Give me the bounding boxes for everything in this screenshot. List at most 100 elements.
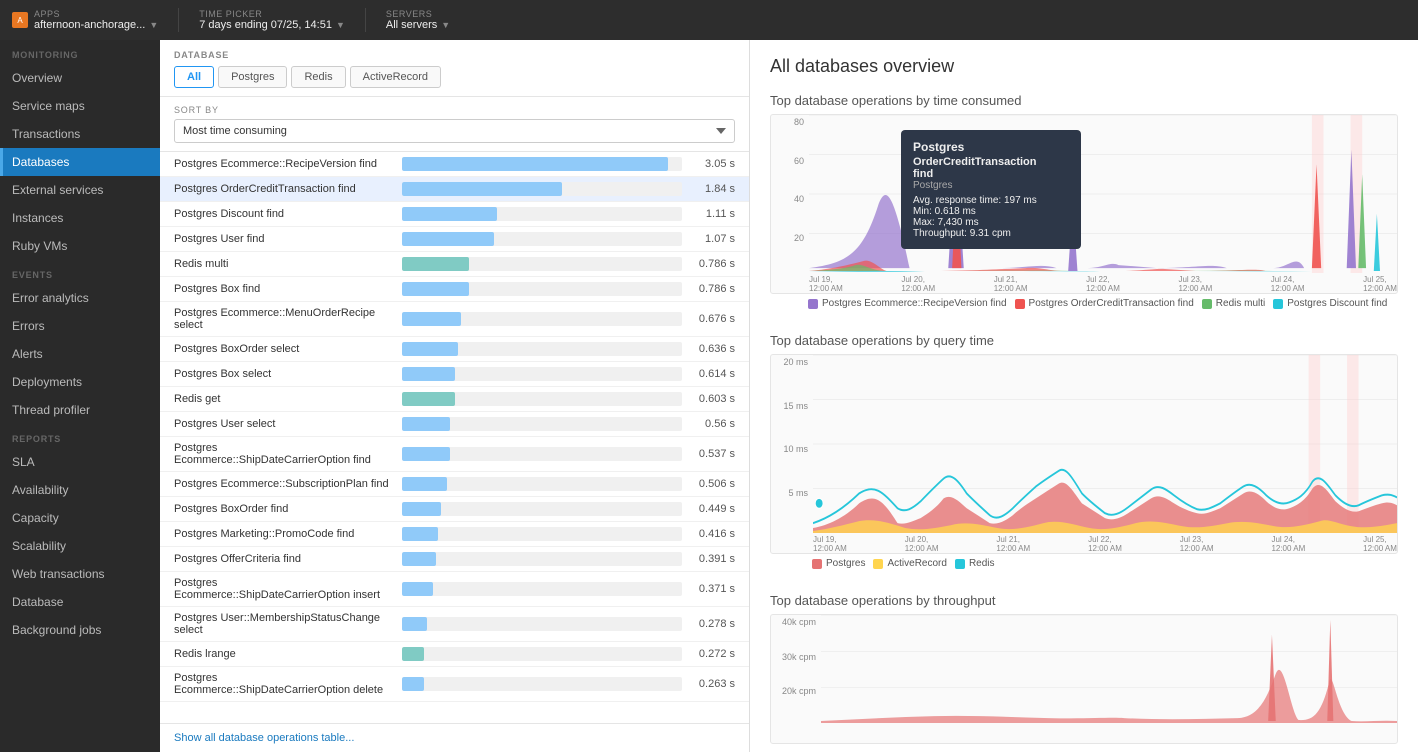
sidebar-item-error-analytics[interactable]: Error analytics — [0, 284, 160, 312]
sidebar-item-availability[interactable]: Availability — [0, 476, 160, 504]
sidebar-item-overview[interactable]: Overview — [0, 64, 160, 92]
sidebar-item-alerts[interactable]: Alerts — [0, 340, 160, 368]
db-item-bar-container — [402, 342, 682, 356]
monitoring-section-label: MONITORING — [0, 40, 160, 64]
chart2-x-jul22: Jul 22,12:00 AM — [1088, 535, 1122, 553]
sort-select[interactable]: Most time consuming Slowest mean respons… — [174, 119, 735, 143]
db-list-item[interactable]: Postgres Ecommerce::MenuOrderRecipe sele… — [160, 302, 749, 337]
chart3-y-40k: 40k cpm — [771, 617, 819, 627]
db-item-label: Postgres Ecommerce::RecipeVersion find — [174, 158, 394, 170]
db-list-item[interactable]: Postgres Ecommerce::RecipeVersion find 3.… — [160, 152, 749, 177]
chart-throughput: Top database operations by throughput — [770, 593, 1398, 744]
legend-item-activerecord: ActiveRecord — [873, 558, 946, 569]
legend-label-redis-multi: Redis multi — [1216, 298, 1265, 309]
chart2-y-20ms: 20 ms — [771, 357, 811, 367]
reports-section-label: REPORTS — [0, 424, 160, 448]
sidebar-item-ruby-vms[interactable]: Ruby VMs — [0, 232, 160, 260]
db-item-label: Postgres Ecommerce::ShipDateCarrierOptio… — [174, 577, 394, 601]
db-item-bar-container — [402, 392, 682, 406]
db-list-item[interactable]: Postgres Box find0.786 s — [160, 277, 749, 302]
events-section-label: EVENTS — [0, 260, 160, 284]
chart1-x-jul22: Jul 22,12:00 AM — [1086, 275, 1120, 293]
db-item-bar-container — [402, 367, 682, 381]
legend-color-activerecord — [873, 559, 883, 569]
legend-item-discount: Postgres Discount find — [1273, 298, 1387, 309]
db-tab-redis[interactable]: Redis — [291, 66, 345, 88]
servers-value: All servers ▼ — [386, 19, 450, 31]
right-panel-inner: All databases overview Top database oper… — [750, 40, 1418, 752]
chart2-y-labels: 20 ms 15 ms 10 ms 5 ms — [771, 355, 811, 533]
sidebar-item-scalability[interactable]: Scalability — [0, 532, 160, 560]
chart2-legend: Postgres ActiveRecord Redis — [770, 554, 1398, 569]
app-section[interactable]: A APPS afternoon-anchorage... ▼ — [12, 9, 158, 31]
db-list-item[interactable]: Postgres OrderCreditTransaction find1.84… — [160, 177, 749, 202]
sidebar-item-thread-profiler[interactable]: Thread profiler — [0, 396, 160, 424]
sidebar-item-transactions[interactable]: Transactions — [0, 120, 160, 148]
db-list-item[interactable]: Postgres User::MembershipStatusChange se… — [160, 607, 749, 642]
db-item-value: 0.416 s — [690, 528, 735, 540]
servers-section[interactable]: SERVERS All servers ▼ — [386, 9, 450, 31]
sidebar-item-web-transactions[interactable]: Web transactions — [0, 560, 160, 588]
sidebar-item-background-jobs[interactable]: Background jobs — [0, 616, 160, 644]
db-list-item[interactable]: Redis get0.603 s — [160, 387, 749, 412]
db-item-bar — [402, 232, 494, 246]
chart2-area: 20 ms 15 ms 10 ms 5 ms Jul 19,12:00 AM J… — [770, 354, 1398, 554]
chart2-y-15ms: 15 ms — [771, 401, 811, 411]
apps-section: APPS afternoon-anchorage... ▼ — [34, 9, 158, 31]
chart2-x-labels: Jul 19,12:00 AM Jul 20,12:00 AM Jul 21,1… — [813, 535, 1397, 553]
legend-item-recipe: Postgres Ecommerce::RecipeVersion find — [808, 298, 1007, 309]
sidebar-item-deployments[interactable]: Deployments — [0, 368, 160, 396]
db-list-item[interactable]: Postgres OfferCriteria find0.391 s — [160, 547, 749, 572]
db-item-bar — [402, 502, 441, 516]
sidebar-item-databases[interactable]: Databases — [0, 148, 160, 176]
db-item-value: 3.05 s — [690, 158, 735, 170]
sidebar-item-errors[interactable]: Errors — [0, 312, 160, 340]
db-list-item[interactable]: Postgres Ecommerce::SubscriptionPlan fin… — [160, 472, 749, 497]
db-list-item[interactable]: Postgres Ecommerce::ShipDateCarrierOptio… — [160, 572, 749, 607]
sidebar-item-instances[interactable]: Instances — [0, 204, 160, 232]
db-tab-activerecord[interactable]: ActiveRecord — [350, 66, 441, 88]
legend-item-postgres: Postgres — [812, 558, 865, 569]
main-layout: MONITORING Overview Service maps Transac… — [0, 40, 1418, 752]
sort-label: SORT BY — [174, 105, 735, 115]
db-item-bar-container — [402, 182, 682, 196]
db-list-item[interactable]: Postgres BoxOrder select0.636 s — [160, 337, 749, 362]
legend-label-recipe: Postgres Ecommerce::RecipeVersion find — [822, 298, 1007, 309]
db-item-label: Redis lrange — [174, 648, 394, 660]
db-list-item[interactable]: Postgres Discount find1.11 s — [160, 202, 749, 227]
db-operations-list: Postgres Ecommerce::RecipeVersion find 3.… — [160, 152, 749, 723]
db-item-bar-container — [402, 207, 682, 221]
db-list-item[interactable]: Postgres Box select0.614 s — [160, 362, 749, 387]
db-list-item[interactable]: Redis multi0.786 s — [160, 252, 749, 277]
db-list-item[interactable]: Redis lrange0.272 s — [160, 642, 749, 667]
db-list-item[interactable]: Postgres Marketing::PromoCode find0.416 … — [160, 522, 749, 547]
sort-section: SORT BY Most time consuming Slowest mean… — [160, 97, 749, 152]
time-picker-section[interactable]: TIME PICKER 7 days ending 07/25, 14:51 ▼ — [199, 9, 345, 31]
db-list-item[interactable]: Postgres Ecommerce::ShipDateCarrierOptio… — [160, 667, 749, 702]
chart3-title: Top database operations by throughput — [770, 593, 1398, 608]
sidebar-item-capacity[interactable]: Capacity — [0, 504, 160, 532]
sidebar-item-service-maps[interactable]: Service maps — [0, 92, 160, 120]
chart1-x-labels: Jul 19,12:00 AM Jul 20,12:00 AM Jul 21,1… — [809, 275, 1397, 293]
sidebar-item-external-services[interactable]: External services — [0, 176, 160, 204]
db-list-item[interactable]: Postgres Ecommerce::ShipDateCarrierOptio… — [160, 437, 749, 472]
show-all-link[interactable]: Show all database operations table... — [160, 723, 749, 752]
sidebar-item-database-report[interactable]: Database — [0, 588, 160, 616]
db-tabs: All Postgres Redis ActiveRecord — [174, 66, 735, 88]
db-list-item[interactable]: Postgres BoxOrder find0.449 s — [160, 497, 749, 522]
right-panel: All databases overview Top database oper… — [750, 40, 1418, 752]
servers-chevron-icon: ▼ — [441, 20, 450, 30]
db-item-bar — [402, 677, 424, 691]
db-tab-postgres[interactable]: Postgres — [218, 66, 287, 88]
db-list-item[interactable]: Postgres User find1.07 s — [160, 227, 749, 252]
chart2-title: Top database operations by query time — [770, 333, 1398, 348]
db-item-bar — [402, 477, 447, 491]
db-item-label: Postgres Box find — [174, 283, 394, 295]
db-item-value: 0.614 s — [690, 368, 735, 380]
db-tab-all[interactable]: All — [174, 66, 214, 88]
db-item-bar-container — [402, 282, 682, 296]
db-list-item[interactable]: Postgres User select0.56 s — [160, 412, 749, 437]
sidebar-item-sla[interactable]: SLA — [0, 448, 160, 476]
db-item-value: 0.786 s — [690, 258, 735, 270]
sidebar: MONITORING Overview Service maps Transac… — [0, 40, 160, 752]
